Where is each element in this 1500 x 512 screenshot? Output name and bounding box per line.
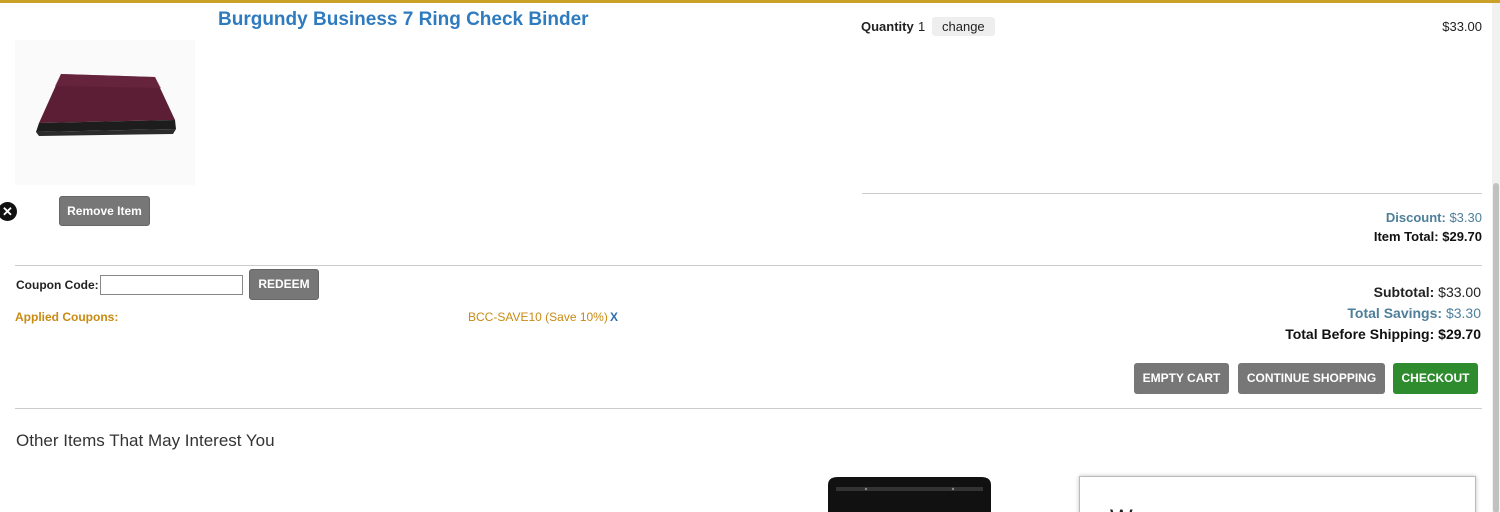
item-price: $33.00 [1442,19,1482,34]
discount-label: Discount: [1385,210,1446,225]
product-title-link[interactable]: Burgundy Business 7 Ring Check Binder [218,9,589,31]
total-savings: Total Savings: $3.30 [1347,305,1481,321]
recommended-product-image[interactable] [822,475,997,512]
popup-title: W [1110,505,1133,512]
empty-cart-button[interactable]: EMPTY CART [1134,363,1229,394]
item-total: Item Total: $29.70 [1374,229,1482,244]
header-divider [0,0,1500,3]
scrollbar-thumb[interactable] [1493,183,1499,512]
quantity-label: Quantity [861,19,914,34]
item-discount: Discount: $3.30 [1386,210,1482,225]
subtotal-value: $33.00 [1438,284,1481,300]
popup-dialog: W [1079,476,1476,512]
change-quantity-button[interactable]: change [932,17,995,36]
total-before-shipping-label: Total Before Shipping: [1285,326,1435,342]
recommendations-divider [15,408,1482,409]
subtotal-label: Subtotal: [1373,284,1435,300]
total-savings-value: $3.30 [1445,305,1481,321]
total-before-shipping-value: $29.70 [1438,326,1481,342]
quantity-value: 1 [918,19,926,34]
item-total-label: Item Total: [1373,229,1439,244]
line-item-divider [862,193,1482,194]
total-savings-label: Total Savings: [1347,305,1443,321]
cart-divider [15,265,1482,266]
applied-coupons-label: Applied Coupons: [15,310,119,324]
coupon-code-label: Coupon Code: [16,278,99,292]
recommendations-title: Other Items That May Interest You [16,431,275,450]
checkout-button[interactable]: CHECKOUT [1393,363,1478,394]
coupon-code-input[interactable] [100,275,243,295]
continue-shopping-button[interactable]: CONTINUE SHOPPING [1238,363,1385,394]
redeem-button[interactable]: REDEEM [249,269,319,300]
total-before-shipping: Total Before Shipping: $29.70 [1285,326,1481,342]
subtotal: Subtotal: $33.00 [1374,284,1481,300]
discount-value: $3.30 [1449,210,1482,225]
remove-coupon-link[interactable]: X [610,310,618,324]
remove-item-button[interactable]: Remove Item [59,196,150,226]
item-total-value: $29.70 [1442,229,1482,244]
applied-coupon-code: BCC-SAVE10 (Save 10%) [468,310,608,324]
page-scrollbar[interactable] [1492,3,1500,512]
close-icon[interactable]: ✕ [0,202,17,221]
binder-image[interactable] [15,40,195,185]
